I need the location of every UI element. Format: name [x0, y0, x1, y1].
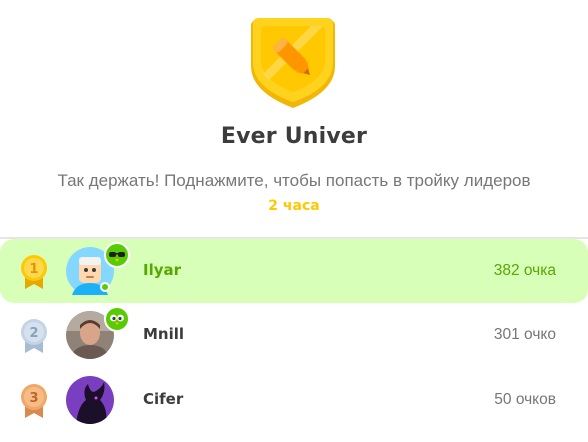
league-subtitle: Так держать! Поднажмите, чтобы попасть в…	[57, 171, 531, 190]
sunglasses-duo-icon	[104, 242, 130, 268]
online-indicator	[100, 282, 110, 292]
league-badge-icon	[249, 14, 337, 110]
duo-owl-icon	[104, 306, 130, 332]
player-name: Cifer	[143, 390, 184, 408]
player-name: Ilyar	[143, 261, 182, 279]
rank-number: 2	[29, 326, 38, 341]
player-xp: 50 очков	[494, 391, 556, 408]
time-remaining: 2 часа	[268, 198, 320, 214]
silver-medal-icon: 2	[17, 317, 51, 355]
league-title: Ever Univer	[220, 124, 368, 149]
rank-number: 3	[29, 391, 38, 406]
rank-number: 1	[29, 262, 38, 277]
player-xp: 382 очка	[493, 262, 556, 279]
player-xp: 301 очко	[493, 326, 556, 343]
gold-medal-icon: 1	[17, 253, 51, 291]
avatar[interactable]	[66, 376, 114, 424]
player-name: Mnill	[143, 325, 185, 343]
leaderboard-row[interactable]: 3 Cifer 50 очков	[0, 368, 588, 432]
bronze-medal-icon: 3	[17, 382, 51, 420]
leaderboard-row[interactable]: 1 Ilyar 382 очка	[0, 239, 588, 303]
leaderboard-row[interactable]: 2 Mnill 301 очко	[0, 303, 588, 367]
